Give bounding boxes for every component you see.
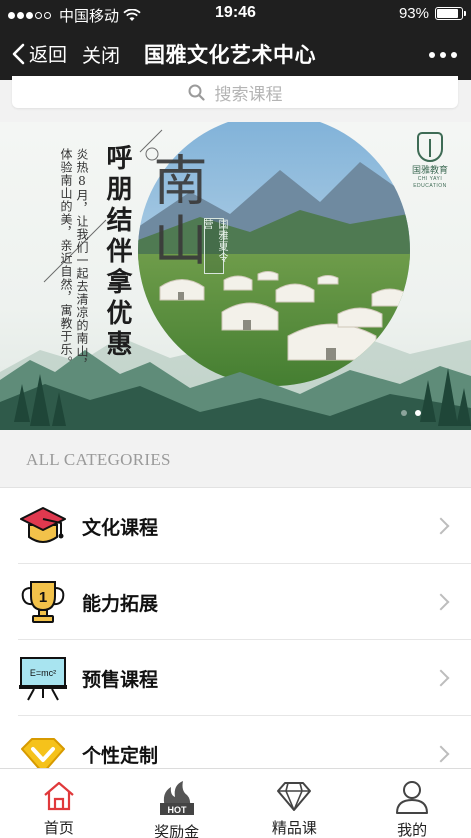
category-label: 文化课程: [82, 517, 159, 539]
promo-banner[interactable]: 炎热8月，让我们一起去清凉的南山，体验南山的美，亲近自然，寓教于乐。 呼朋结伴拿…: [0, 122, 471, 430]
chevron-right-icon: [432, 593, 450, 611]
status-right: 93%: [398, 5, 466, 22]
chevron-right-icon: [432, 669, 450, 687]
category-label: 个性定制: [82, 745, 159, 767]
status-bar: 中国移动 19:46 93%: [0, 0, 471, 28]
pager-dot-active[interactable]: [415, 410, 421, 416]
tab-home[interactable]: 首页: [0, 769, 118, 838]
tab-rewards[interactable]: HOT 奖励金: [118, 769, 236, 838]
banner-headline: 南山: [144, 152, 207, 272]
tab-label: 首页: [43, 820, 74, 837]
chevron-right-icon: [432, 745, 450, 763]
category-item-culture[interactable]: 文化课程: [0, 488, 471, 564]
battery-percent: 93%: [398, 5, 429, 22]
home-icon: [39, 779, 79, 813]
battery-fill: [437, 9, 458, 18]
shield-icon: [417, 132, 443, 162]
brand-logo: 国雅教育 CHI YAYI EDUCATION: [404, 132, 456, 190]
banner-slogan: 呼朋结伴拿优惠: [102, 144, 132, 361]
diamond-icon: [274, 779, 314, 813]
hot-badge: HOT: [167, 805, 187, 815]
search-area: 搜索课程: [0, 76, 471, 122]
close-button[interactable]: 关闭: [82, 41, 120, 68]
categories-title: ALL CATEGORIES: [26, 450, 171, 469]
categories-header: ALL CATEGORIES: [0, 430, 471, 488]
chevron-left-icon: [12, 43, 25, 64]
logo-name: 国雅教育: [411, 165, 448, 175]
tab-label: 奖励金: [154, 824, 200, 838]
tab-profile[interactable]: 我的: [353, 769, 471, 838]
tab-bar: 首页 HOT 奖励金 精品课 我的: [0, 768, 471, 838]
page-title: 国雅文化艺术中心: [144, 44, 316, 67]
trophy-icon: 1: [18, 577, 68, 627]
tab-label: 精品课: [271, 820, 317, 837]
search-placeholder: 搜索课程: [214, 84, 283, 104]
graduation-cap-icon: [18, 501, 68, 551]
logo-subtitle: CHI YAYI EDUCATION: [413, 176, 447, 189]
tab-label: 我的: [397, 822, 428, 838]
pager-dot[interactable]: [401, 410, 407, 416]
category-label: 能力拓展: [82, 593, 159, 615]
easel-formula: E=mc²: [30, 668, 56, 678]
back-label: 返回: [29, 45, 68, 66]
search-icon: [188, 84, 205, 101]
search-input[interactable]: 搜索课程: [12, 76, 458, 108]
battery-icon: [435, 7, 466, 20]
crown-icon: [18, 729, 68, 768]
category-item-custom[interactable]: 个性定制: [0, 716, 471, 768]
category-item-ability[interactable]: 1 能力拓展: [0, 564, 471, 640]
chevron-right-icon: [432, 517, 450, 535]
camp-tag: 国雅夏令营: [201, 218, 227, 274]
hot-flame-icon: HOT: [157, 779, 197, 817]
trophy-number: 1: [39, 589, 47, 606]
user-icon: [392, 779, 432, 815]
banner-description: 炎热8月，让我们一起去清凉的南山，体验南山的美，亲近自然，寓教于乐。: [59, 148, 89, 371]
tab-premium-courses[interactable]: 精品课: [236, 769, 354, 838]
more-options-button[interactable]: [429, 52, 457, 58]
category-item-presale[interactable]: E=mc² 预售课程: [0, 640, 471, 716]
category-list: 文化课程 1 能力拓展 E=mc² 预售课程 个性定制: [0, 488, 471, 768]
back-button[interactable]: 返回: [12, 40, 67, 67]
nav-bar: 返回 关闭 国雅文化艺术中心: [0, 28, 471, 80]
category-label: 预售课程: [82, 669, 159, 691]
easel-icon: E=mc²: [18, 653, 68, 703]
banner-pager[interactable]: [401, 410, 421, 416]
